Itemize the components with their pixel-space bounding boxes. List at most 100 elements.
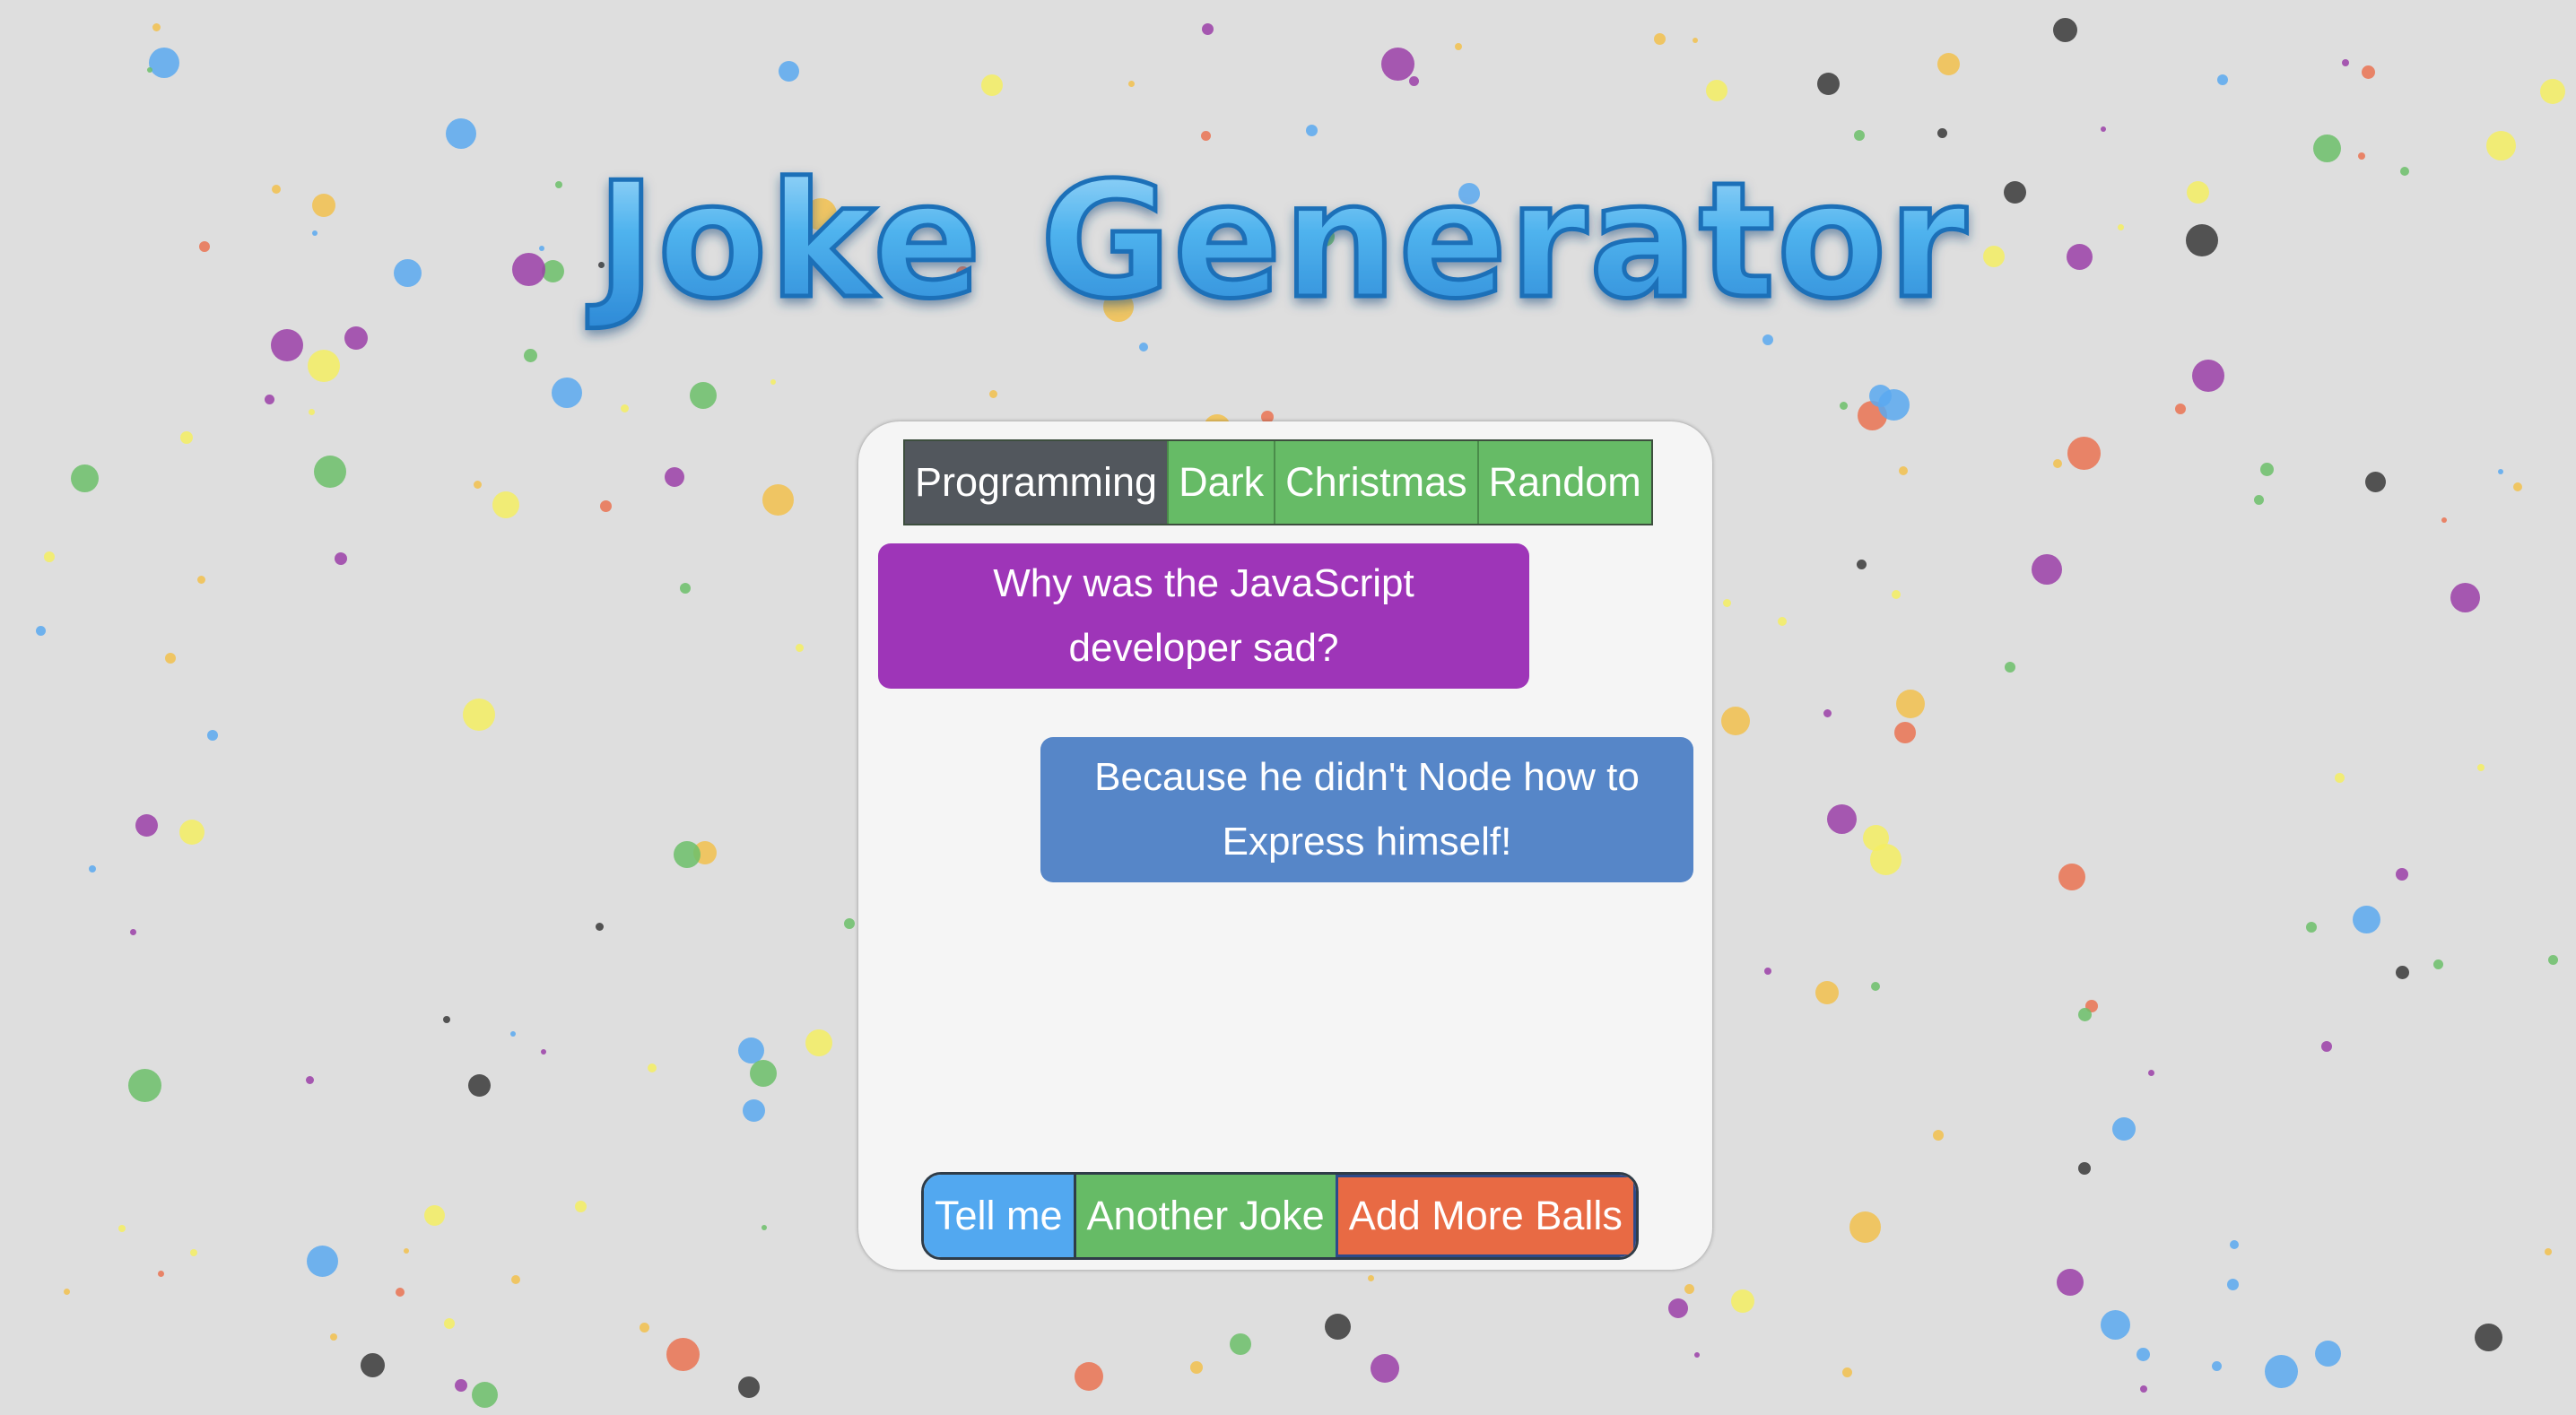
bouncing-ball-icon: [2217, 74, 2228, 85]
bouncing-ball-icon: [1668, 1298, 1688, 1318]
bouncing-ball-icon: [446, 118, 476, 149]
bouncing-ball-icon: [981, 74, 1003, 96]
bouncing-ball-icon: [2053, 459, 2062, 468]
bouncing-ball-icon: [2486, 131, 2516, 161]
joke-delivery-text: Because he didn't Node how to Express hi…: [1094, 755, 1640, 864]
bouncing-ball-icon: [2396, 868, 2408, 881]
bouncing-ball-icon: [2230, 1240, 2239, 1249]
bouncing-ball-icon: [1840, 402, 1848, 410]
bouncing-ball-icon: [335, 552, 347, 565]
bouncing-ball-icon: [2101, 126, 2106, 132]
bouncing-ball-icon: [2548, 955, 2558, 965]
bouncing-ball-icon: [2058, 864, 2085, 890]
action-button-group: Tell me Another Joke Add More Balls: [921, 1172, 1639, 1260]
bouncing-ball-icon: [474, 481, 482, 489]
bouncing-ball-icon: [2140, 1385, 2147, 1393]
bouncing-ball-icon: [2227, 1279, 2239, 1290]
bouncing-ball-icon: [307, 1246, 338, 1277]
bouncing-ball-icon: [1723, 599, 1731, 607]
tab-programming[interactable]: Programming: [905, 441, 1168, 524]
another-joke-button[interactable]: Another Joke: [1073, 1175, 1336, 1257]
bouncing-ball-icon: [1827, 804, 1857, 834]
bouncing-ball-icon: [805, 1029, 832, 1056]
bouncing-ball-icon: [443, 1016, 450, 1023]
bouncing-ball-icon: [1857, 560, 1867, 569]
bouncing-ball-icon: [2085, 1000, 2098, 1012]
bouncing-ball-icon: [135, 814, 158, 837]
app-title: Joke Generator: [587, 148, 1969, 334]
joke-setup-text: Why was the JavaScript developer sad?: [993, 561, 1414, 670]
bouncing-ball-icon: [468, 1074, 491, 1097]
bouncing-ball-icon: [738, 1037, 764, 1063]
bouncing-ball-icon: [555, 181, 562, 188]
bouncing-ball-icon: [179, 820, 205, 845]
bouncing-ball-icon: [1842, 1367, 1852, 1377]
bouncing-ball-icon: [738, 1376, 760, 1398]
bouncing-ball-icon: [2101, 1310, 2130, 1340]
bouncing-ball-icon: [2212, 1361, 2222, 1371]
bouncing-ball-icon: [2032, 554, 2062, 585]
bouncing-ball-icon: [312, 194, 335, 217]
bouncing-ball-icon: [2175, 404, 2186, 414]
bouncing-ball-icon: [1869, 385, 1892, 407]
bouncing-ball-icon: [2498, 469, 2503, 474]
bouncing-ball-icon: [2358, 152, 2365, 160]
bouncing-ball-icon: [118, 1225, 126, 1232]
bouncing-ball-icon: [1201, 131, 1211, 141]
bouncing-ball-icon: [2477, 764, 2485, 771]
bouncing-ball-icon: [2540, 79, 2565, 104]
bouncing-ball-icon: [1871, 982, 1880, 991]
bouncing-ball-icon: [152, 23, 161, 31]
bouncing-ball-icon: [844, 918, 855, 929]
bouncing-ball-icon: [314, 456, 346, 488]
bouncing-ball-icon: [524, 349, 537, 362]
bouncing-ball-icon: [2005, 662, 2015, 673]
bouncing-ball-icon: [674, 841, 701, 868]
bouncing-ball-icon: [394, 259, 422, 287]
bouncing-ball-icon: [1202, 23, 1214, 35]
bouncing-ball-icon: [1381, 48, 1414, 81]
bouncing-ball-icon: [665, 467, 684, 487]
bouncing-ball-icon: [1694, 1352, 1700, 1358]
bouncing-ball-icon: [147, 67, 152, 73]
bouncing-ball-icon: [600, 500, 612, 512]
bouncing-ball-icon: [511, 1275, 520, 1284]
tell-me-button[interactable]: Tell me: [924, 1175, 1074, 1257]
bouncing-ball-icon: [207, 730, 218, 741]
bouncing-ball-icon: [2187, 181, 2209, 204]
add-more-balls-button[interactable]: Add More Balls: [1335, 1175, 1636, 1257]
bouncing-ball-icon: [1854, 130, 1865, 141]
bouncing-ball-icon: [2186, 224, 2218, 256]
bouncing-ball-icon: [743, 1099, 765, 1122]
bouncing-ball-icon: [1075, 1362, 1103, 1391]
bouncing-ball-icon: [1849, 1211, 1881, 1243]
bouncing-ball-icon: [1933, 1130, 1944, 1141]
bouncing-ball-icon: [344, 326, 368, 350]
bouncing-ball-icon: [1870, 844, 1902, 875]
bouncing-ball-icon: [761, 1225, 767, 1230]
app-title-logo: Joke Generator: [585, 146, 1969, 336]
bouncing-ball-icon: [2513, 482, 2522, 491]
bouncing-ball-icon: [306, 1076, 314, 1084]
bouncing-ball-icon: [404, 1248, 409, 1254]
bouncing-ball-icon: [312, 230, 318, 236]
bouncing-ball-icon: [309, 409, 315, 415]
tab-christmas[interactable]: Christmas: [1274, 441, 1477, 524]
bouncing-ball-icon: [1937, 128, 1947, 138]
bouncing-ball-icon: [1368, 1275, 1374, 1281]
bouncing-ball-icon: [2315, 1341, 2341, 1367]
bouncing-ball-icon: [762, 484, 794, 516]
bouncing-ball-icon: [2118, 224, 2124, 230]
bouncing-ball-icon: [2057, 1269, 2084, 1296]
bouncing-ball-icon: [575, 1201, 587, 1212]
bouncing-ball-icon: [1894, 722, 1916, 743]
bouncing-ball-icon: [2192, 360, 2224, 392]
bouncing-ball-icon: [2433, 959, 2443, 969]
bouncing-ball-icon: [2475, 1324, 2502, 1351]
tab-random[interactable]: Random: [1476, 441, 1651, 524]
bouncing-ball-icon: [640, 1323, 649, 1333]
bouncing-ball-icon: [1455, 43, 1462, 50]
bouncing-ball-icon: [1306, 125, 1318, 136]
tab-dark[interactable]: Dark: [1167, 441, 1275, 524]
bouncing-ball-icon: [2353, 906, 2380, 933]
